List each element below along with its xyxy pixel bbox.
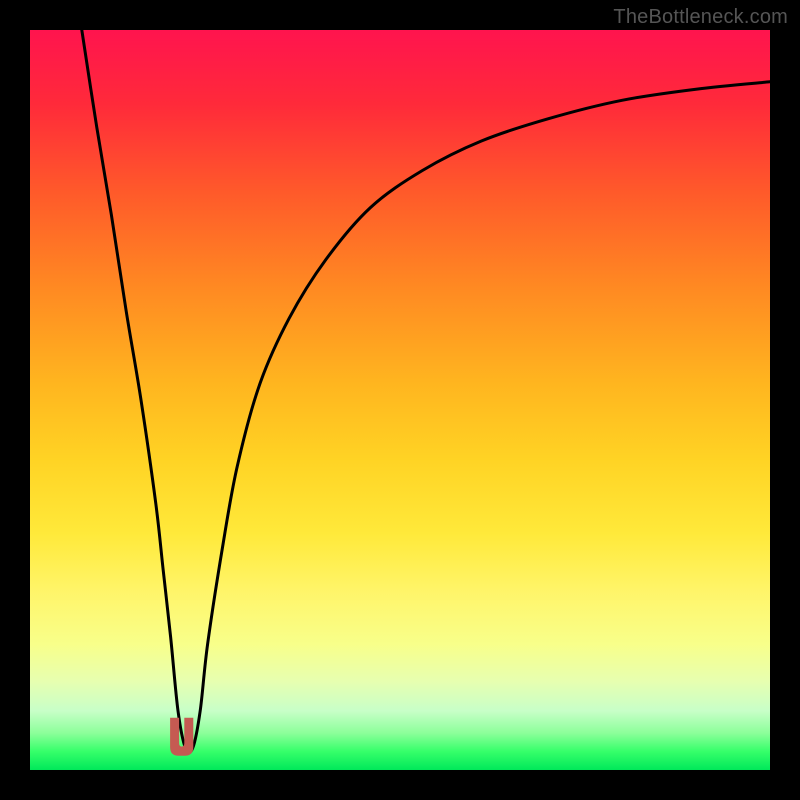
watermark-text: TheBottleneck.com	[613, 6, 788, 29]
chart-plot-area	[30, 30, 770, 770]
chart-frame: TheBottleneck.com	[0, 0, 800, 800]
bottleneck-curve-line	[82, 30, 770, 752]
chart-overlay-svg	[30, 30, 770, 770]
